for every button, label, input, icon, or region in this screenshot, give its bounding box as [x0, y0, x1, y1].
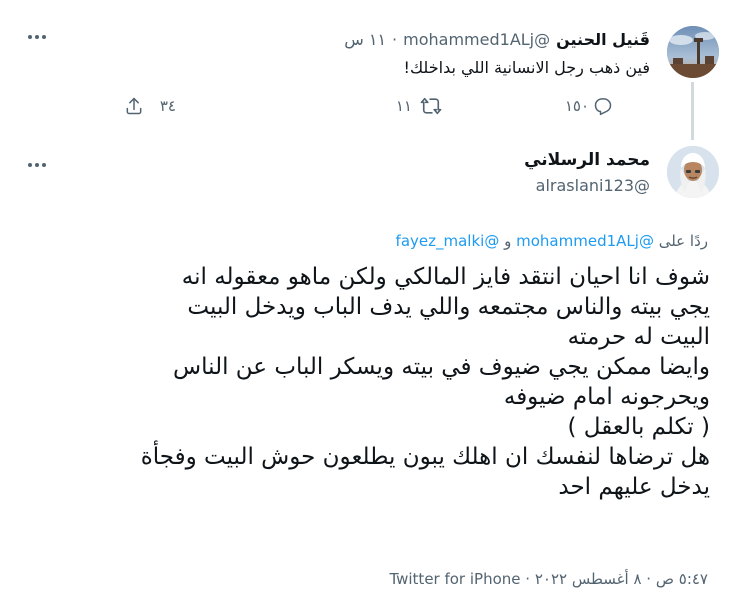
tweet-thread-page: قَنيل الحنين @mohammed1ALj · ١١ س فين ذه… [0, 0, 754, 600]
tweet-text-line: ( تكلم بالعقل ) [567, 414, 710, 440]
parent-avatar[interactable] [667, 26, 719, 78]
share-icon [126, 97, 142, 115]
main-more-button[interactable] [26, 156, 48, 174]
like-count: ١٥٠ [564, 97, 589, 115]
parent-avatar-image [667, 26, 719, 78]
retweet-count: ١١ [395, 97, 412, 115]
mention-link-1[interactable]: @mohammed1ALj [516, 232, 654, 250]
retweet-icon [420, 97, 442, 115]
share-button[interactable]: ٣٤ [124, 96, 176, 116]
replying-prefix: ردًا على [658, 232, 708, 250]
replying-to: ردًا على @mohammed1ALj و @fayez_malki [396, 232, 708, 250]
parent-tweet-actions: ١٥٠ ١١ ٣٤ [0, 92, 754, 124]
parent-tweet-time[interactable]: ١١ س [344, 30, 386, 49]
reply-button[interactable]: ١٥٠ [565, 96, 613, 116]
tweet-text-line: البيت له حرمته [567, 324, 710, 350]
parent-more-button[interactable] [26, 28, 48, 46]
retweet-button[interactable]: ١١ [396, 96, 442, 116]
mention-link-2[interactable]: @fayez_malki [396, 232, 500, 250]
tweet-metadata: ٥:٤٧ ص · ٨ أغسطس ٢٠٢٢ · Twitter for iPho… [389, 570, 708, 588]
more-dots-icon [28, 163, 46, 167]
tweet-source[interactable]: Twitter for iPhone [389, 570, 520, 588]
parent-tweet-header: قَنيل الحنين @mohammed1ALj · ١١ س [344, 30, 650, 49]
tweet-text-line: يدخل عليهم احد [558, 474, 710, 500]
tweet-text-line: ويحرجونه امام ضيوفه [503, 384, 710, 410]
more-dots-icon [28, 35, 46, 39]
share-count: ٣٤ [159, 97, 176, 115]
tweet-text-line: هل ترضاها لنفسك ان اهلك يبون يطلعون حوش … [140, 444, 710, 470]
main-tweet-text: شوف انا احيان انتقد فايز المالكي ولكن ما… [20, 262, 710, 502]
parent-tweet-text: فين ذهب رجل الانسانية اللي بداخلك! [403, 58, 650, 77]
tweet-text-line: شوف انا احيان انتقد فايز المالكي ولكن ما… [181, 264, 710, 290]
tweet-date[interactable]: ٨ أغسطس ٢٠٢٢ [535, 570, 642, 588]
tweet-text-line: يجي بيته والناس مجتمعه واللي يدف الباب و… [187, 294, 710, 320]
tweet-time[interactable]: ٥:٤٧ ص [656, 570, 708, 588]
tweet-text-line: وايضا ممكن يجي ضيوف في بيته ويسكر الباب … [173, 354, 710, 380]
main-avatar[interactable] [667, 146, 719, 198]
main-display-name[interactable]: محمد الرسلاني [524, 150, 650, 170]
parent-display-name[interactable]: قَنيل الحنين [556, 30, 650, 49]
parent-tweet[interactable]: قَنيل الحنين @mohammed1ALj · ١١ س فين ذه… [0, 0, 754, 140]
main-avatar-image [667, 146, 719, 198]
replying-and: و [504, 232, 512, 250]
meta-separator: · [646, 570, 652, 588]
reply-icon [594, 98, 612, 116]
main-handle[interactable]: @alraslani123 [536, 176, 650, 195]
meta-separator: · [525, 570, 531, 588]
separator-dot: · [392, 30, 398, 49]
parent-handle[interactable]: @mohammed1ALj [403, 30, 550, 49]
